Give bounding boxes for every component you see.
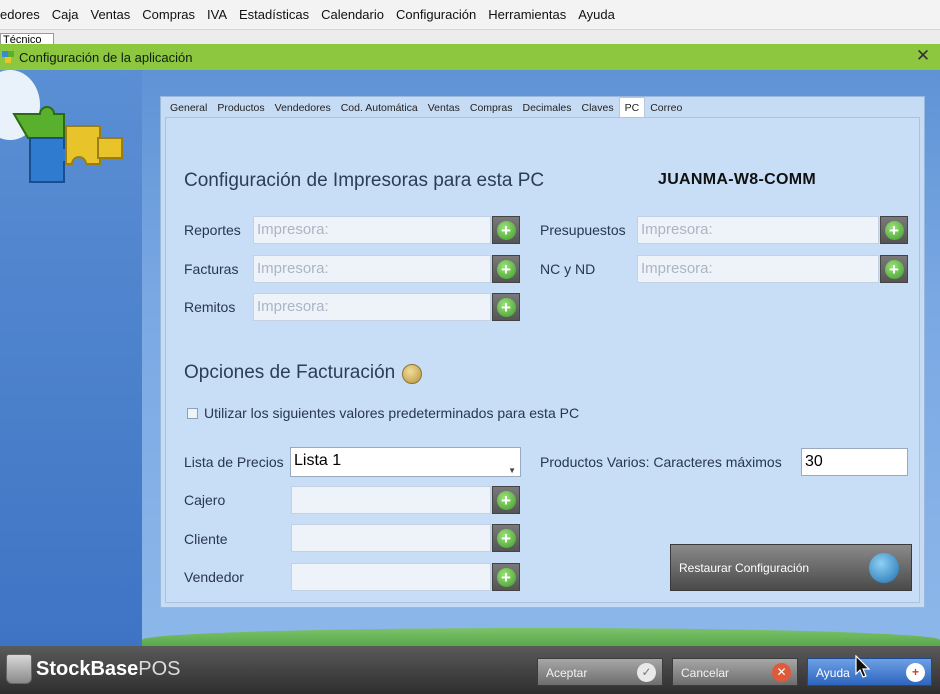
coin-icon (402, 364, 422, 384)
ncnd-label: NC y ND (540, 261, 596, 277)
menu-caja[interactable]: Caja (46, 7, 85, 22)
productos-varios-label: Productos Varios: Caracteres máximos (540, 454, 782, 470)
puzzle-logo-icon (12, 106, 123, 183)
pc-name: JUANMA-W8-COMM (658, 171, 816, 188)
accept-button[interactable]: Aceptar ✓ (537, 658, 663, 686)
restore-config-label: Restaurar Configuración (679, 561, 810, 575)
tab-strip: General Productos Vendedores Cod. Automá… (165, 97, 687, 117)
tab-vendedores[interactable]: Vendedores (270, 99, 336, 117)
cancel-button[interactable]: Cancelar ✕ (672, 658, 798, 686)
printers-section-title: Configuración de Impresoras para esta PC (184, 170, 545, 191)
tab-productos[interactable]: Productos (212, 99, 269, 117)
menubar: edores Caja Ventas Compras IVA Estadísti… (0, 0, 940, 30)
plus-icon: + (496, 259, 516, 279)
add-cajero-button[interactable]: + (492, 486, 520, 514)
lista-precios-value: Lista 1 (294, 452, 342, 469)
add-reportes-printer-button[interactable]: + (492, 216, 520, 244)
cancel-label: Cancelar (681, 666, 730, 680)
tab-general[interactable]: General (165, 99, 212, 117)
add-vendedor-button[interactable]: + (492, 563, 520, 591)
cajero-field[interactable] (291, 486, 491, 514)
defaults-checkbox[interactable] (187, 408, 198, 419)
trash-bin-logo-icon (6, 654, 32, 684)
menu-herramientas[interactable]: Herramientas (482, 7, 572, 22)
lista-precios-label: Lista de Precios (184, 454, 284, 470)
plus-icon: + (496, 490, 516, 510)
sub-toolbar (0, 30, 940, 44)
defaults-checkbox-label: Utilizar los siguientes valores predeter… (204, 405, 580, 421)
help-plus-icon: + (906, 663, 925, 682)
close-icon[interactable]: ✕ (914, 47, 932, 65)
menu-ayuda[interactable]: Ayuda (572, 7, 621, 22)
tab-pc[interactable]: PC (618, 97, 646, 117)
vendedor-label: Vendedor (184, 569, 244, 585)
logo-main-text: StockBase (36, 657, 139, 680)
plus-icon: + (496, 220, 516, 240)
billing-section-title: Opciones de Facturación (184, 362, 396, 383)
grass-decor (142, 628, 940, 646)
tab-ventas[interactable]: Ventas (423, 99, 465, 117)
vendedor-field[interactable] (291, 563, 491, 591)
menu-compras[interactable]: Compras (136, 7, 201, 22)
refresh-icon (869, 553, 899, 583)
reportes-label: Reportes (184, 222, 241, 238)
dialog-title: Configuración de la aplicación (19, 49, 193, 65)
plus-icon: + (496, 297, 516, 317)
menu-iva[interactable]: IVA (201, 7, 233, 22)
facturas-printer-field[interactable]: Impresora: (253, 255, 491, 283)
remitos-label: Remitos (184, 299, 236, 315)
menu-configuracion[interactable]: Configuración (390, 7, 482, 22)
tab-correo[interactable]: Correo (645, 99, 687, 117)
lista-precios-select[interactable]: Lista 1 ▼ (290, 447, 521, 477)
menu-calendario[interactable]: Calendario (315, 7, 390, 22)
plus-icon: + (884, 259, 904, 279)
cliente-field[interactable] (291, 524, 491, 552)
remitos-printer-field[interactable]: Impresora: (253, 293, 491, 321)
tab-compras[interactable]: Compras (465, 99, 518, 117)
help-label: Ayuda (816, 666, 850, 680)
accept-label: Aceptar (546, 666, 588, 680)
logo-pos-text: POS (138, 657, 181, 680)
add-presupuestos-printer-button[interactable]: + (880, 216, 908, 244)
settings-panel: General Productos Vendedores Cod. Automá… (160, 96, 925, 608)
add-ncnd-printer-button[interactable]: + (880, 255, 908, 283)
tab-cod-automatica[interactable]: Cod. Automática (336, 99, 423, 117)
puzzle-small-icon (2, 51, 14, 63)
menu-ventas[interactable]: Ventas (85, 7, 137, 22)
add-facturas-printer-button[interactable]: + (492, 255, 520, 283)
close-icon: ✕ (772, 663, 791, 682)
plus-icon: + (884, 220, 904, 240)
cliente-label: Cliente (184, 531, 228, 547)
chevron-down-icon: ▼ (508, 466, 516, 475)
tab-claves[interactable]: Claves (577, 99, 619, 117)
tab-decimales[interactable]: Decimales (517, 99, 576, 117)
menu-estadisticas[interactable]: Estadísticas (233, 7, 315, 22)
tab-content-pc: Configuración de Impresoras para esta PC… (165, 117, 920, 603)
facturas-label: Facturas (184, 261, 239, 277)
dialog-titlebar: Configuración de la aplicación ✕ (0, 44, 940, 70)
menu-proveedores[interactable]: edores (0, 7, 46, 22)
check-icon: ✓ (637, 663, 656, 682)
add-cliente-button[interactable]: + (492, 524, 520, 552)
productos-varios-input[interactable]: 30 (801, 448, 908, 476)
add-remitos-printer-button[interactable]: + (492, 293, 520, 321)
ncnd-printer-field[interactable]: Impresora: (637, 255, 879, 283)
plus-icon: + (496, 528, 516, 548)
presupuestos-printer-field[interactable]: Impresora: (637, 216, 879, 244)
presupuestos-label: Presupuestos (540, 222, 626, 238)
bottom-bar: StockBasePOS Aceptar ✓ Cancelar ✕ Ayuda … (0, 646, 940, 694)
cajero-label: Cajero (184, 492, 226, 508)
restore-config-button[interactable]: Restaurar Configuración (670, 544, 912, 591)
stockbase-logo: StockBasePOS (6, 654, 181, 684)
reportes-printer-field[interactable]: Impresora: (253, 216, 491, 244)
plus-icon: + (496, 567, 516, 587)
mouse-cursor-icon (855, 655, 871, 678)
